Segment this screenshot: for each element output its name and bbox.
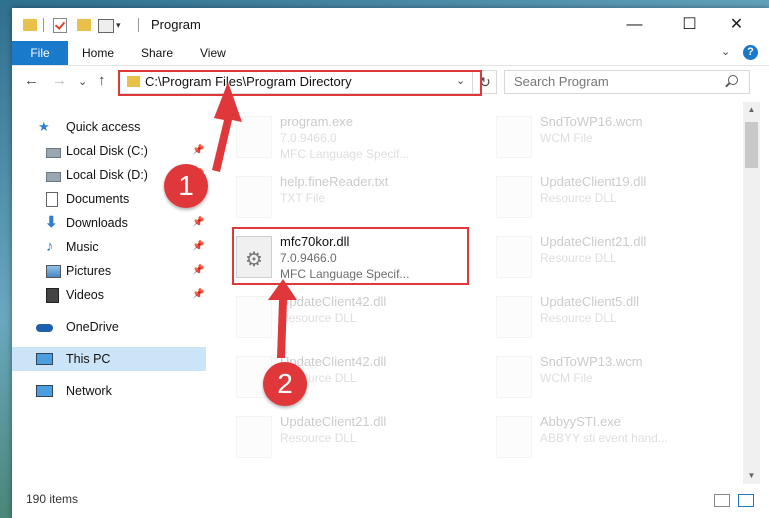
arrow-to-address-bar xyxy=(212,82,242,172)
step-marker-2: 2 xyxy=(263,362,307,406)
step-marker-1: 1 xyxy=(164,164,208,208)
annotation-arrows xyxy=(212,82,297,358)
arrow-to-file xyxy=(268,279,297,358)
